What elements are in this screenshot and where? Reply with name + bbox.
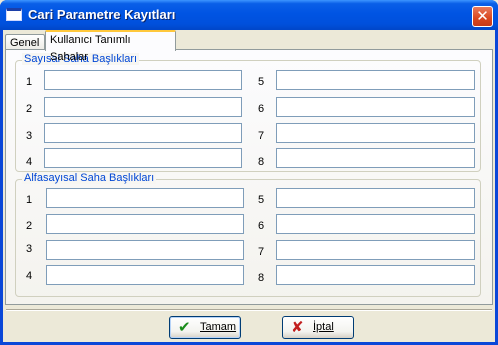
- alpha-title-field-3[interactable]: [46, 240, 244, 260]
- tab-kullanici-tanimli-sahalar[interactable]: Kullanıcı Tanımlı Sahalar: [45, 30, 176, 63]
- numeric-title-field-4[interactable]: [44, 148, 242, 168]
- numeric-title-field-1[interactable]: [44, 70, 242, 90]
- alpha-title-field-4[interactable]: [46, 265, 244, 285]
- tab-genel[interactable]: Genel: [5, 34, 45, 50]
- row-label-7: 7: [258, 246, 265, 258]
- check-icon: ✔: [178, 319, 191, 336]
- row-label-2: 2: [26, 103, 33, 115]
- cancel-button-label: İptal: [313, 321, 334, 333]
- numeric-title-field-3[interactable]: [44, 123, 242, 143]
- row-label-1: 1: [26, 194, 33, 206]
- dialog-client: Genel Kullanıcı Tanımlı Sahalar Sayısal …: [3, 30, 495, 342]
- numeric-title-field-6[interactable]: [276, 97, 475, 117]
- close-button[interactable]: ✕: [472, 6, 493, 27]
- ok-button-label: Tamam: [200, 321, 237, 333]
- alpha-title-field-6[interactable]: [276, 214, 475, 234]
- cross-icon: ✘: [291, 318, 304, 336]
- row-label-3: 3: [26, 130, 33, 142]
- row-label-1: 1: [26, 76, 33, 88]
- dialog-window: Cari Parametre Kayıtları ✕ Genel Kullanı…: [0, 0, 498, 345]
- alpha-title-field-2[interactable]: [46, 214, 244, 234]
- row-label-8: 8: [258, 272, 265, 284]
- cancel-button[interactable]: ✘ İptal: [282, 316, 354, 339]
- title-bar[interactable]: Cari Parametre Kayıtları ✕: [0, 0, 498, 30]
- row-label-5: 5: [258, 76, 265, 88]
- numeric-title-field-2[interactable]: [44, 97, 242, 117]
- row-label-4: 4: [26, 156, 33, 168]
- numeric-field-titles-group: Sayısal Saha Başlıkları 1 2 3 4 5 6 7 8: [15, 53, 481, 172]
- row-label-2: 2: [26, 220, 33, 232]
- row-label-5: 5: [258, 194, 265, 206]
- numeric-title-field-8[interactable]: [276, 148, 475, 168]
- row-label-3: 3: [26, 243, 33, 255]
- alpha-title-field-8[interactable]: [276, 265, 475, 285]
- group-title: Alfasayısal Saha Başlıkları: [22, 172, 157, 184]
- alpha-title-field-1[interactable]: [46, 188, 244, 208]
- row-label-4: 4: [26, 270, 33, 282]
- row-label-6: 6: [258, 220, 265, 232]
- row-label-8: 8: [258, 156, 265, 168]
- numeric-title-field-5[interactable]: [276, 70, 475, 90]
- ok-button[interactable]: ✔ Tamam: [169, 316, 241, 339]
- footer-divider: [6, 309, 492, 311]
- row-label-7: 7: [258, 130, 265, 142]
- tab-page: Sayısal Saha Başlıkları 1 2 3 4 5 6 7 8: [5, 49, 493, 305]
- alpha-title-field-5[interactable]: [276, 188, 475, 208]
- window-title: Cari Parametre Kayıtları: [28, 7, 176, 22]
- alpha-title-field-7[interactable]: [276, 240, 475, 260]
- alphanumeric-field-titles-group: Alfasayısal Saha Başlıkları 1 2 3 4 5 6 …: [15, 172, 481, 297]
- row-label-6: 6: [258, 103, 265, 115]
- window-icon: [6, 8, 22, 21]
- numeric-title-field-7[interactable]: [276, 123, 475, 143]
